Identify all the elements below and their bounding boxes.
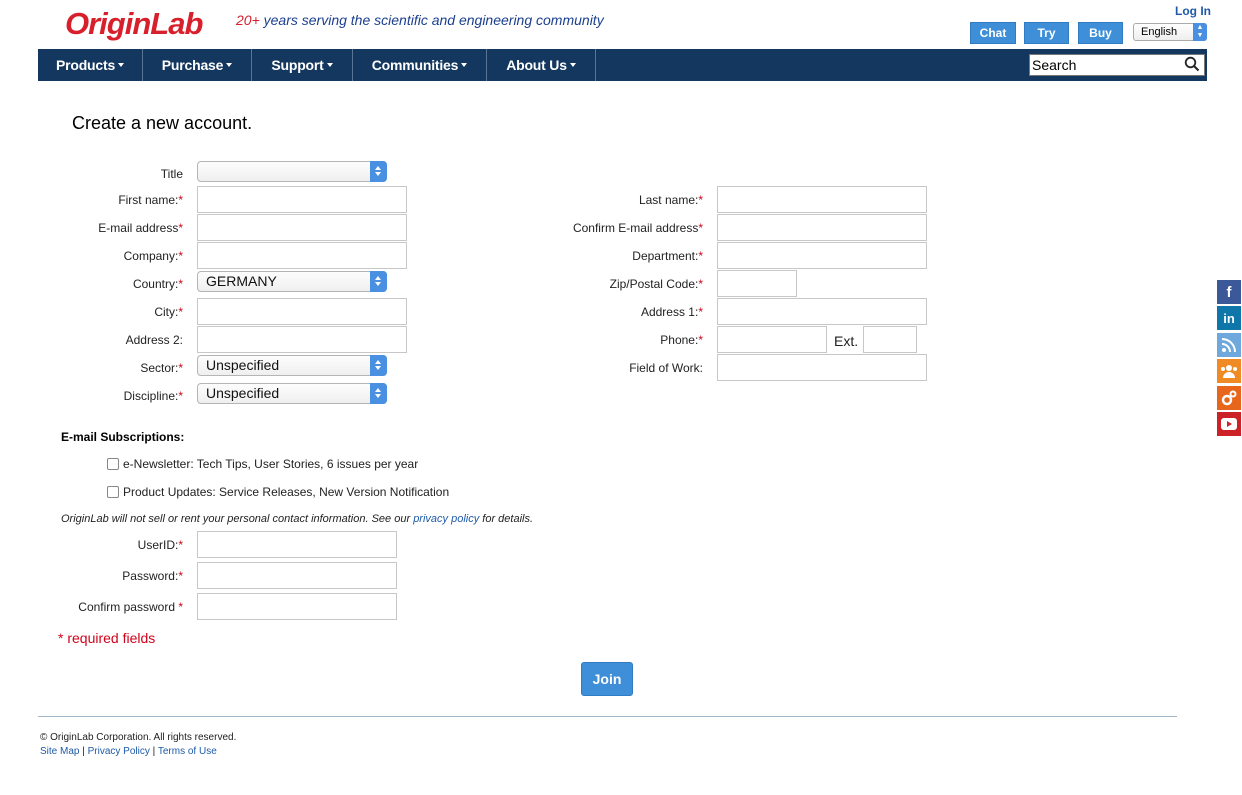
newsletter-label: e-Newsletter: Tech Tips, User Stories, 6…: [123, 457, 419, 471]
page-title: Create a new account.: [72, 113, 253, 133]
confirm-email-label: Confirm E-mail address*: [572, 221, 703, 235]
nav-support[interactable]: Support: [252, 49, 353, 81]
address1-label: Address 1:*: [640, 305, 703, 319]
caret-down-icon: [226, 63, 233, 67]
language-select[interactable]: English ▲ ▼: [1133, 23, 1207, 41]
logo-text: OriginLab: [65, 6, 203, 41]
userid-label: UserID:*: [137, 538, 183, 552]
nav-communities[interactable]: Communities: [353, 49, 487, 81]
product-updates-checkbox[interactable]: [107, 486, 119, 498]
login-link[interactable]: Log In: [1175, 4, 1211, 18]
company-field[interactable]: [197, 242, 407, 269]
discipline-select[interactable]: Unspecified: [197, 383, 387, 404]
facebook-icon[interactable]: f: [1217, 280, 1241, 304]
copyright: © OriginLab Corporation. All rights rese…: [40, 732, 237, 743]
sector-value: Unspecified: [206, 357, 280, 373]
required-note: * required fields: [58, 630, 156, 646]
caret-down-icon: [118, 63, 125, 67]
ext-field[interactable]: [863, 326, 917, 353]
sitemap-link[interactable]: Site Map: [40, 746, 79, 757]
chevron-updown-icon: [370, 161, 387, 182]
tagline-text: years serving the scientific and enginee…: [259, 12, 604, 28]
chevron-updown-icon: [370, 383, 387, 404]
try-button[interactable]: Try: [1024, 22, 1069, 44]
terms-link[interactable]: Terms of Use: [158, 746, 217, 757]
phone-field[interactable]: [717, 326, 827, 353]
company-label: Company:*: [123, 249, 183, 263]
last-name-field[interactable]: [717, 186, 927, 213]
originlab-logo[interactable]: OriginLab: [63, 4, 215, 42]
chevron-updown-icon: ▲ ▼: [1193, 23, 1207, 41]
country-label: Country:*: [132, 277, 183, 291]
tagline: 20+ years serving the scientific and eng…: [236, 12, 604, 28]
discipline-label: Discipline:*: [123, 389, 183, 403]
buy-button[interactable]: Buy: [1078, 22, 1123, 44]
caret-down-icon: [326, 63, 333, 67]
email-field[interactable]: [197, 214, 407, 241]
title-label: Title: [160, 167, 183, 181]
confirm-password-field[interactable]: [197, 593, 397, 620]
apps-icon[interactable]: [1217, 386, 1241, 410]
country-select[interactable]: GERMANY: [197, 271, 387, 292]
youtube-icon[interactable]: [1217, 412, 1241, 436]
caret-down-icon: [461, 63, 468, 67]
chat-button[interactable]: Chat: [970, 22, 1016, 44]
ext-label: Ext.: [834, 333, 859, 349]
linkedin-icon[interactable]: in: [1217, 306, 1241, 330]
subscriptions-title: E-mail Subscriptions:: [61, 430, 185, 444]
address1-field[interactable]: [717, 298, 927, 325]
search-input[interactable]: Search: [1029, 54, 1205, 76]
privacy-notice: OriginLab will not sell or rent your per…: [61, 513, 534, 525]
title-select[interactable]: [197, 161, 387, 182]
field-of-work-label: Field of Work:: [629, 361, 703, 375]
nav-about-us[interactable]: About Us: [487, 49, 596, 81]
first-name-label: First name:*: [118, 193, 183, 207]
first-name-field[interactable]: [197, 186, 407, 213]
sector-label: Sector:*: [140, 361, 183, 375]
nav-purchase[interactable]: Purchase: [143, 49, 252, 81]
department-field[interactable]: [717, 242, 927, 269]
community-icon[interactable]: [1217, 359, 1241, 383]
nav-products[interactable]: Products: [38, 49, 143, 81]
blog-icon[interactable]: [1217, 333, 1241, 357]
nav-label: About Us: [506, 57, 567, 73]
join-button[interactable]: Join: [581, 662, 633, 696]
chevron-updown-icon: [370, 355, 387, 376]
footer-links: Site Map | Privacy Policy | Terms of Use: [40, 746, 217, 757]
department-label: Department:*: [632, 249, 703, 263]
zip-field[interactable]: [717, 270, 797, 297]
discipline-value: Unspecified: [206, 385, 280, 401]
phone-label: Phone:*: [660, 333, 703, 347]
caret-down-icon: [569, 63, 576, 67]
search-icon[interactable]: [1184, 56, 1200, 72]
country-value: GERMANY: [206, 273, 277, 289]
privacy-link[interactable]: Privacy Policy: [88, 746, 150, 757]
chevron-updown-icon: [370, 271, 387, 292]
last-name-label: Last name:*: [638, 193, 703, 207]
product-updates-label: Product Updates: Service Releases, New V…: [123, 485, 450, 499]
footer-divider: [38, 716, 1177, 717]
zip-label: Zip/Postal Code:*: [609, 277, 703, 291]
nav-label: Purchase: [161, 57, 224, 73]
city-field[interactable]: [197, 298, 407, 325]
city-label: City:*: [154, 305, 183, 319]
password-field[interactable]: [197, 562, 397, 589]
confirm-password-label: Confirm password *: [78, 600, 183, 614]
sector-select[interactable]: Unspecified: [197, 355, 387, 376]
address2-label: Address 2:: [125, 333, 183, 347]
nav-label: Support: [271, 57, 324, 73]
language-value: English: [1141, 26, 1178, 38]
tagline-years: 20+: [236, 12, 260, 28]
nav-label: Communities: [371, 57, 459, 73]
address2-field[interactable]: [197, 326, 407, 353]
email-label: E-mail address*: [98, 221, 183, 235]
confirm-email-field[interactable]: [717, 214, 927, 241]
field-of-work-field[interactable]: [717, 354, 927, 381]
newsletter-checkbox[interactable]: [107, 458, 119, 470]
nav-label: Products: [55, 57, 116, 73]
userid-field[interactable]: [197, 531, 397, 558]
password-label: Password:*: [122, 569, 183, 583]
privacy-policy-link[interactable]: privacy policy: [413, 513, 479, 525]
